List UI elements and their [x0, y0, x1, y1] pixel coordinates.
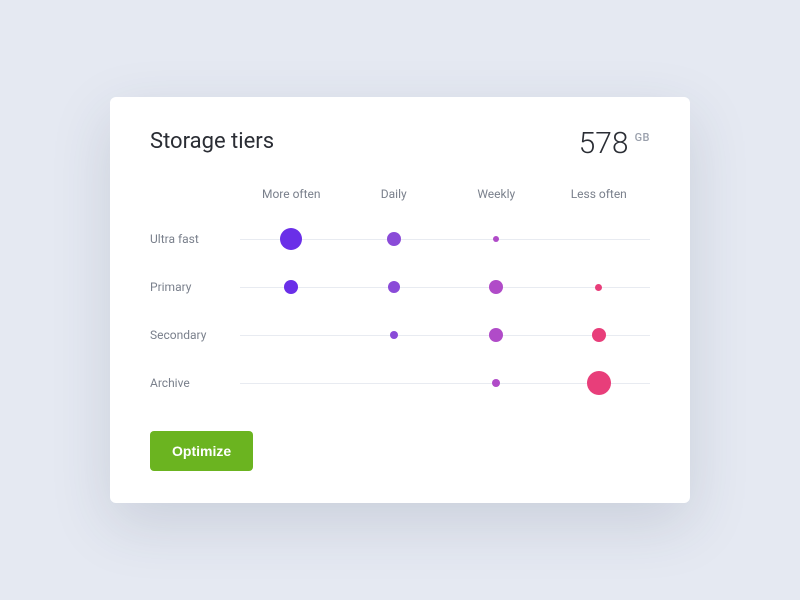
grid-cell: [240, 263, 343, 311]
grid-cell: [343, 359, 446, 407]
grid-cell: [343, 311, 446, 359]
total-value: 578: [579, 129, 629, 159]
data-dot: [595, 284, 602, 291]
data-dot: [493, 236, 499, 242]
data-dot: [489, 328, 503, 342]
data-dot: [284, 280, 298, 294]
storage-tiers-card: Storage tiers 578 GB More often Daily We…: [110, 97, 690, 503]
data-dot: [592, 328, 606, 342]
col-head-less-often: Less often: [548, 187, 651, 215]
grid-cell: [240, 359, 343, 407]
data-dot: [390, 331, 398, 339]
col-head-daily: Daily: [343, 187, 446, 215]
optimize-button[interactable]: Optimize: [150, 431, 253, 471]
storage-total: 578 GB: [579, 129, 650, 159]
grid-cell: [548, 311, 651, 359]
data-dot: [388, 281, 400, 293]
data-dot: [492, 379, 500, 387]
grid-cell: [445, 311, 548, 359]
grid-cell: [343, 215, 446, 263]
tier-frequency-grid: More often Daily Weekly Less often Ultra…: [150, 187, 650, 407]
row-divider: [240, 335, 343, 336]
row-label: Primary: [150, 263, 240, 311]
data-dot: [587, 371, 611, 395]
grid-cell: [343, 263, 446, 311]
grid-cell: [548, 215, 651, 263]
card-title: Storage tiers: [150, 129, 274, 154]
row-divider: [240, 383, 343, 384]
row-label: Archive: [150, 359, 240, 407]
data-dot: [489, 280, 503, 294]
row-label: Secondary: [150, 311, 240, 359]
data-dot: [280, 228, 302, 250]
col-head-more-often: More often: [240, 187, 343, 215]
row-divider: [343, 383, 446, 384]
grid-cell: [240, 311, 343, 359]
data-dot: [387, 232, 401, 246]
grid-cell: [445, 263, 548, 311]
row-label: Ultra fast: [150, 215, 240, 263]
col-head-weekly: Weekly: [445, 187, 548, 215]
grid-cell: [240, 215, 343, 263]
row-divider: [548, 239, 651, 240]
total-unit: GB: [635, 131, 650, 144]
grid-cell: [548, 263, 651, 311]
grid-cell: [548, 359, 651, 407]
grid-cell: [445, 359, 548, 407]
grid-cell: [445, 215, 548, 263]
card-header: Storage tiers 578 GB: [150, 129, 650, 159]
